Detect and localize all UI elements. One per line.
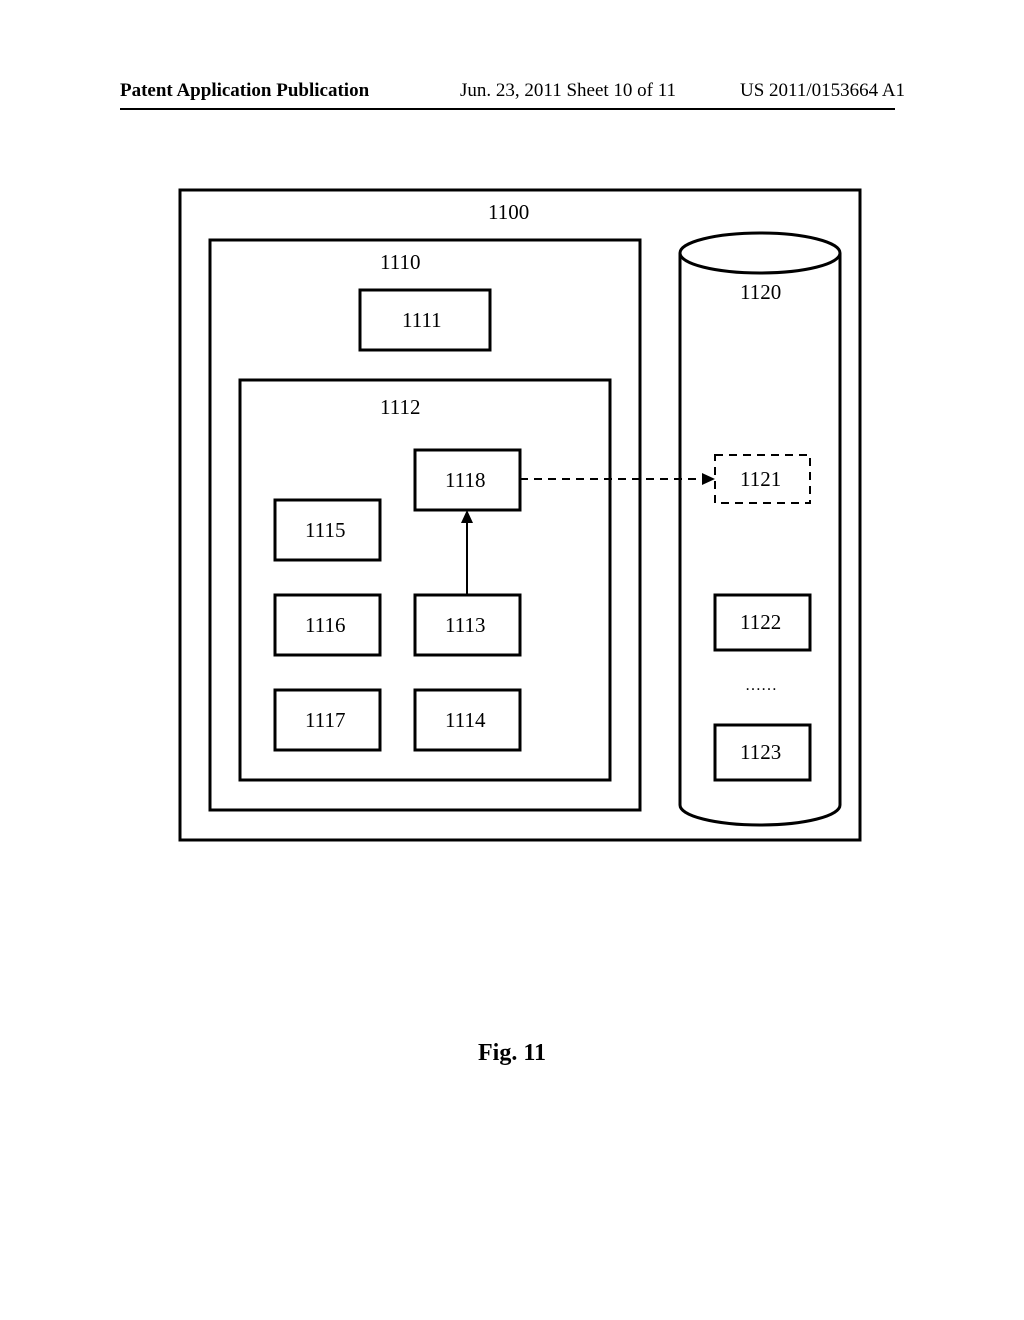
label-1123: 1123 (740, 740, 781, 765)
label-1122: 1122 (740, 610, 781, 635)
header-left: Patent Application Publication (120, 80, 369, 102)
arrowhead-1118-1121 (702, 473, 715, 485)
label-1118: 1118 (445, 468, 485, 493)
label-1116: 1116 (305, 613, 345, 638)
label-1117: 1117 (305, 708, 345, 733)
box-1112 (240, 380, 610, 780)
label-1121: 1121 (740, 467, 781, 492)
label-1115: 1115 (305, 518, 345, 543)
label-1111: 1111 (402, 308, 442, 333)
label-1110: 1110 (380, 250, 420, 275)
label-1112: 1112 (380, 395, 420, 420)
figure-caption: Fig. 11 (0, 1040, 1024, 1067)
header-right: US 2011/0153664 A1 (740, 80, 905, 102)
header-mid: Jun. 23, 2011 Sheet 10 of 11 (460, 80, 676, 102)
label-1113: 1113 (445, 613, 485, 638)
label-1100: 1100 (488, 200, 529, 225)
arrowhead-1113-1118 (461, 510, 473, 523)
label-1114: 1114 (445, 708, 485, 733)
cylinder-top (680, 233, 840, 273)
header-rule (120, 108, 895, 110)
cylinder-bottom (680, 805, 840, 825)
label-1120: 1120 (740, 280, 781, 305)
label-dots: …… (745, 677, 777, 695)
diagram-canvas: 1100 1110 1111 1112 1118 1115 1116 1113 … (170, 180, 870, 1080)
